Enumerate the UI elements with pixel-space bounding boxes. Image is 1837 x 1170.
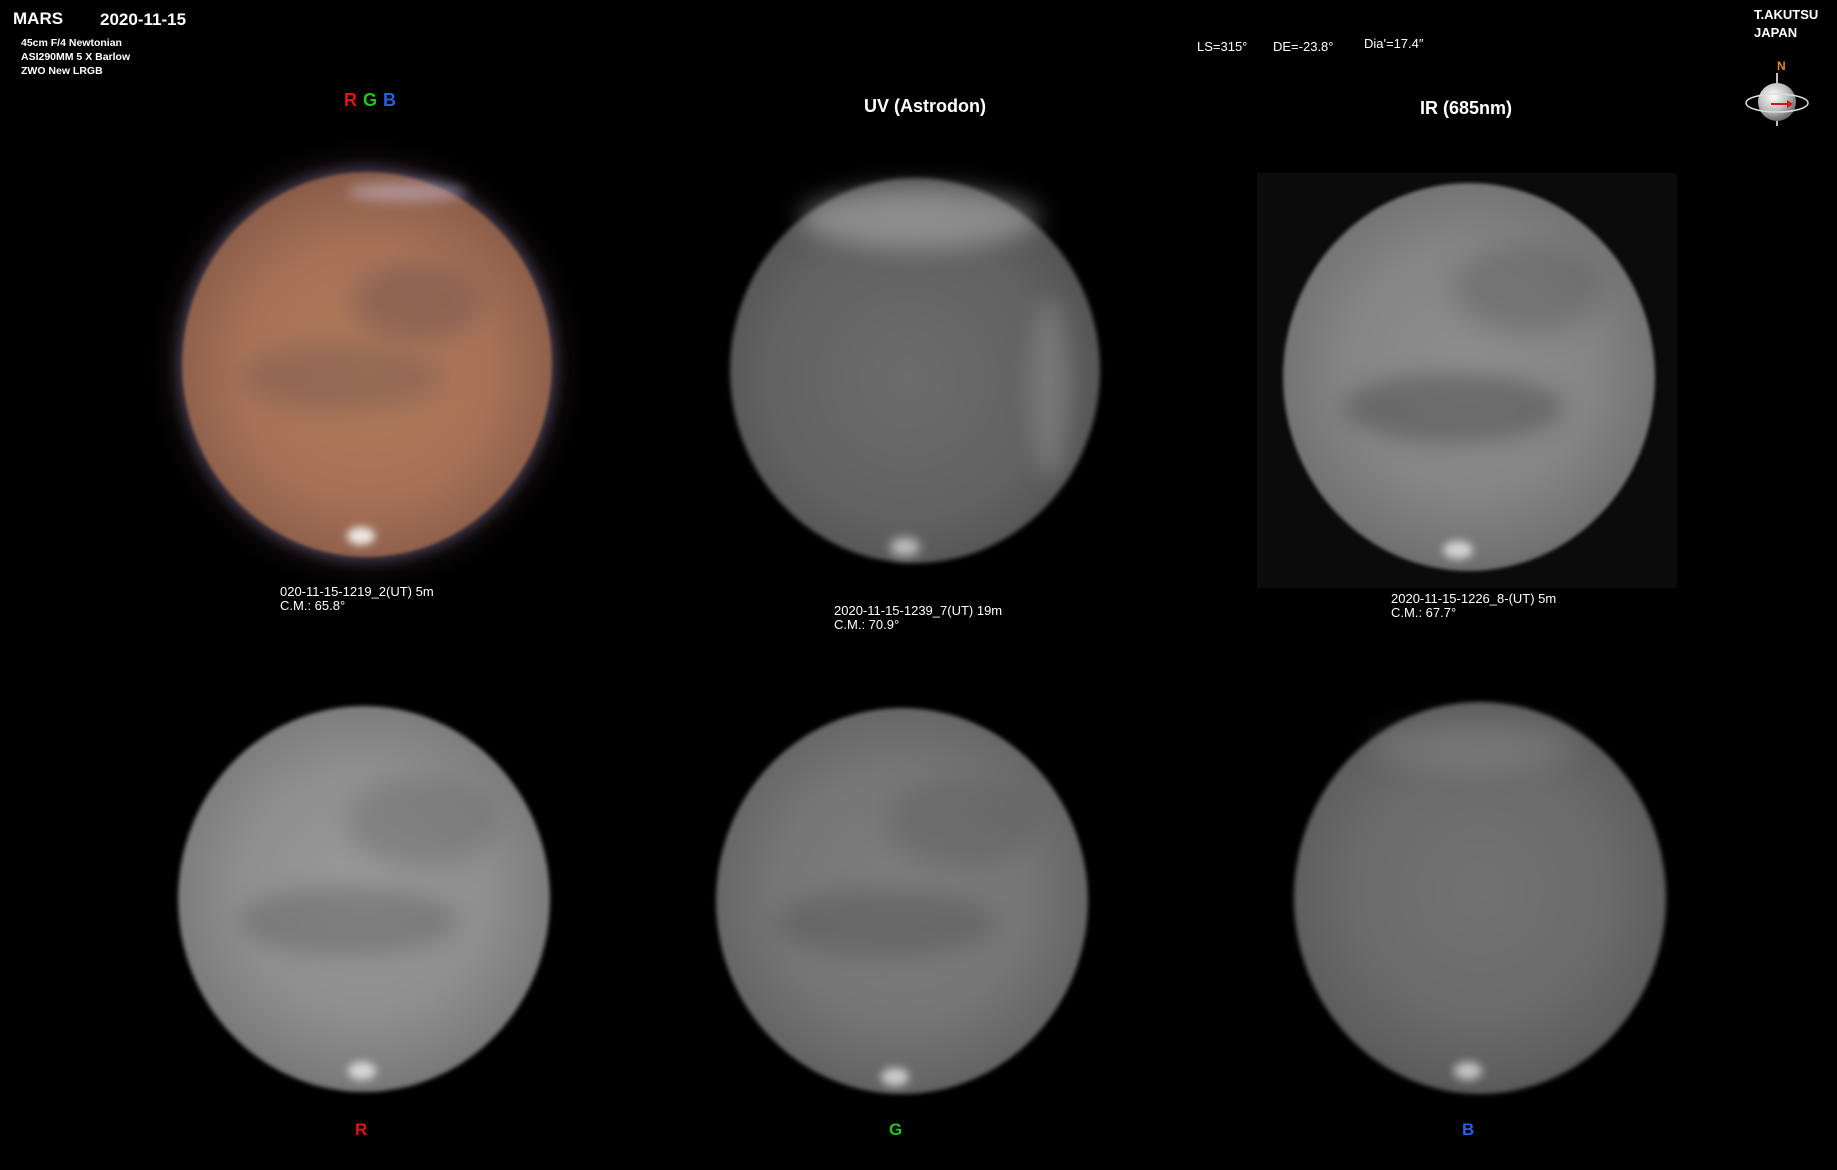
r-channel-label: R — [355, 1120, 368, 1139]
ir-panel-title: IR (685nm) — [1420, 98, 1513, 118]
rgb-caption-cm: C.M.: 65.8° — [280, 598, 346, 613]
equipment-camera: ASI290MM 5 X Barlow — [21, 51, 131, 63]
mars-r-channel-image — [178, 706, 550, 1092]
uv-caption-time: 2020-11-15-1239_7(UT) 19m — [834, 603, 1003, 618]
observer-name: T.AKUTSU — [1754, 7, 1819, 22]
observation-date: 2020-11-15 — [100, 10, 187, 29]
uv-caption-cm: C.M.: 70.9° — [834, 617, 900, 632]
object-name: MARS — [13, 9, 64, 28]
equipment-filters: ZWO New LRGB — [21, 65, 103, 77]
ir-caption-cm: C.M.: 67.7° — [1391, 605, 1457, 620]
uv-panel-title: UV (Astrodon) — [864, 96, 986, 116]
ir-caption-time: 2020-11-15-1226_8-(UT) 5m — [1391, 591, 1557, 606]
mars-uv-image — [730, 178, 1100, 563]
de-value: DE=-23.8° — [1273, 39, 1334, 54]
mars-rgb-image — [182, 172, 552, 557]
g-channel-label: G — [889, 1120, 903, 1139]
equipment-telescope: 45cm F/4 Newtonian — [21, 37, 122, 49]
mars-g-channel-image — [716, 708, 1088, 1094]
mars-b-channel-image — [1294, 702, 1666, 1094]
compass-north-label: N — [1777, 59, 1786, 73]
rgb-panel-title: RGB — [344, 90, 397, 110]
observer-country: JAPAN — [1754, 25, 1798, 40]
ls-value: LS=315° — [1197, 39, 1248, 54]
mars-ir-image — [1283, 183, 1655, 571]
rgb-caption-time: 020-11-15-1219_2(UT) 5m — [280, 584, 434, 599]
diameter-value: Dia'=17.4″ — [1364, 36, 1424, 51]
b-channel-label: B — [1462, 1120, 1475, 1139]
orientation-compass-icon: N — [1743, 58, 1837, 128]
